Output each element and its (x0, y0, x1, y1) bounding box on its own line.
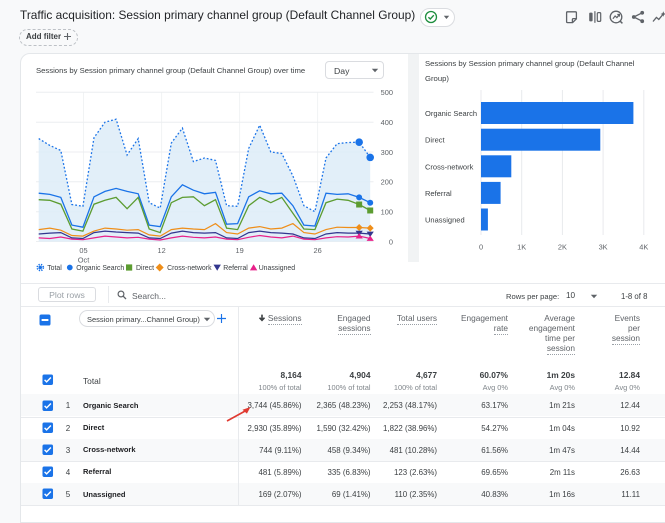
svg-text:Referral: Referral (223, 265, 248, 272)
svg-text:Referral: Referral (425, 189, 452, 198)
svg-text:26: 26 (313, 246, 321, 255)
svg-text:Organic Search: Organic Search (425, 109, 477, 118)
svg-text:05: 05 (79, 246, 87, 255)
svg-text:Cross-network: Cross-network (425, 162, 474, 171)
svg-text:12: 12 (157, 246, 165, 255)
svg-text:200: 200 (381, 178, 393, 187)
svg-text:3K: 3K (599, 243, 608, 252)
svg-text:Unassigned: Unassigned (425, 216, 465, 225)
svg-text:500: 500 (381, 88, 393, 97)
svg-text:0: 0 (479, 243, 483, 252)
svg-text:2K: 2K (558, 243, 567, 252)
svg-text:400: 400 (381, 118, 393, 127)
svg-text:Direct: Direct (136, 265, 154, 272)
svg-text:19: 19 (235, 246, 243, 255)
svg-text:Cross-network: Cross-network (167, 265, 212, 272)
svg-text:0: 0 (389, 237, 393, 246)
svg-text:300: 300 (381, 148, 393, 157)
svg-text:Total: Total (47, 265, 62, 272)
svg-text:Unassigned: Unassigned (259, 265, 296, 272)
svg-text:Organic Search: Organic Search (76, 265, 124, 272)
svg-text:100: 100 (381, 208, 393, 217)
svg-text:1K: 1K (517, 243, 526, 252)
svg-text:4K: 4K (639, 243, 648, 252)
svg-text:Direct: Direct (425, 136, 446, 145)
